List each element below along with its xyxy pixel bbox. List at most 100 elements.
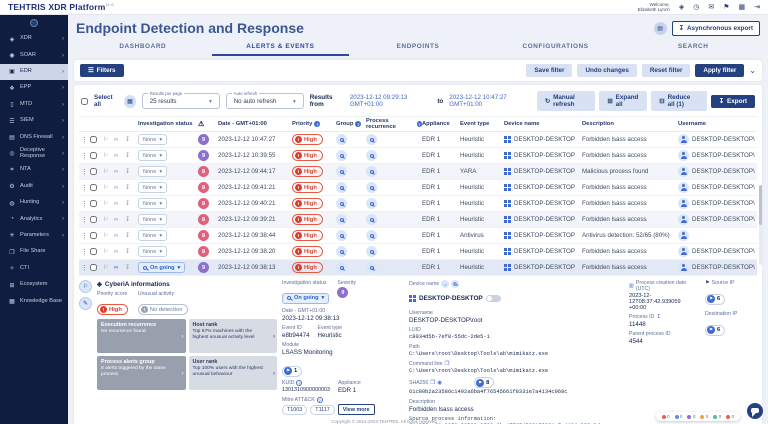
notify-icon-button[interactable]: ⚐ (79, 280, 92, 293)
kebab-menu-icon[interactable]: ⋮ (81, 248, 90, 256)
tag-icon[interactable]: ∞ (114, 233, 125, 239)
sidebar-item-analytics[interactable]: ◔Analytics› (0, 211, 68, 227)
table-row[interactable]: ⋮⚐∞↧None▾92023-12-12 10:39:55!HighEDR 1H… (79, 148, 757, 164)
kebab-menu-icon[interactable]: ⋮ (81, 264, 90, 272)
mitre-chip-t1117[interactable]: T1117 (310, 405, 334, 415)
sidebar-item-hunting[interactable]: ◍Hunting› (0, 195, 68, 211)
kebab-menu-icon[interactable]: ⋮ (81, 184, 90, 192)
group-search-button[interactable] (336, 262, 347, 273)
investigation-status-dropdown[interactable]: None▾ (138, 182, 167, 193)
kebab-menu-icon[interactable]: ⋮ (81, 136, 90, 144)
sidebar-item-ecosystem[interactable]: ⊞Ecosystem (0, 277, 68, 293)
group-search-button[interactable] (336, 166, 347, 177)
bookmark-icon[interactable]: ⚐ (103, 264, 114, 271)
col-process-recurrence[interactable]: Process recurrence? (366, 118, 422, 130)
sidebar-item-nta[interactable]: ⌗NTA› (0, 162, 68, 178)
group-search-button[interactable] (336, 246, 347, 257)
process-recurrence-search-button[interactable] (366, 246, 377, 257)
bookmark-icon[interactable]: ⚐ (103, 232, 114, 239)
col-investigation-status[interactable]: Investigation status (138, 121, 198, 127)
print-icon[interactable]: ↧ (125, 200, 138, 207)
async-export-button[interactable]: ↧Asynchronous export (672, 21, 760, 36)
tag-icon[interactable]: ∞ (114, 169, 125, 175)
undo-changes-button[interactable]: Undo changes (577, 64, 636, 77)
sidebar-item-parameters[interactable]: ✳Parameters› (0, 228, 68, 244)
process-recurrence-search-button[interactable] (366, 166, 377, 177)
filters-button[interactable]: ☰Filters (80, 64, 124, 77)
sidebar-item-soar[interactable]: ◉SOAR› (0, 47, 68, 63)
table-row[interactable]: ⋮⚐∞↧None▾82023-12-12 09:44:17!HighEDR 1Y… (79, 164, 757, 180)
bookmark-icon[interactable]: ⚐ (103, 200, 114, 207)
investigation-status-dropdown[interactable]: On going▾ (282, 293, 329, 304)
tag-counter-chip[interactable]: ⚑1 (282, 366, 302, 377)
investigation-status-dropdown[interactable]: None▾ (138, 198, 167, 209)
collapse-filters-icon[interactable]: ⌄ (749, 66, 756, 75)
tag-icon[interactable]: ∞ (114, 265, 125, 271)
device-search-button[interactable] (451, 280, 459, 288)
sha-tag-counter[interactable]: ⚑8 (474, 377, 494, 388)
info-icon[interactable]: ? (355, 121, 361, 127)
cyberia-cell-process-alerts-group[interactable]: Process alerts group8 alerts triggered b… (97, 356, 186, 390)
process-recurrence-search-button[interactable] (366, 150, 377, 161)
tab-search[interactable]: SEARCH (624, 40, 762, 56)
sidebar-item-dns-firewall[interactable]: ▤DNS Firewall› (0, 129, 68, 145)
process-recurrence-search-button[interactable] (366, 134, 377, 145)
table-row[interactable]: ⋮⚐∞↧None▾82023-12-12 09:39:21!HighEDR 1H… (79, 212, 757, 228)
row-checkbox[interactable] (90, 136, 97, 143)
group-search-button[interactable] (336, 198, 347, 209)
view-more-button[interactable]: View more (338, 404, 375, 415)
process-recurrence-search-button[interactable] (366, 262, 377, 273)
tag-icon[interactable]: ∞ (114, 185, 125, 191)
cyberia-cell-execution-recurrence[interactable]: Execution recurrenceNo recurrence found› (97, 319, 186, 353)
investigation-status-dropdown[interactable]: None▾ (138, 134, 167, 145)
device-icon-button[interactable]: ⌂ (441, 280, 449, 288)
to-date-input[interactable]: 2023-12-12 10:47:27 GMT+01:00 (449, 94, 531, 108)
isolation-toggle[interactable] (486, 295, 501, 302)
print-icon[interactable]: ↧ (125, 232, 138, 239)
col-group[interactable]: Group? (336, 121, 366, 127)
help-icon[interactable]: ? (296, 380, 302, 386)
print-icon[interactable]: ↧ (125, 136, 138, 143)
mail-icon[interactable]: ✉ (708, 3, 714, 11)
save-filter-button[interactable]: Save filter (526, 64, 572, 77)
sidebar-item-xdr[interactable]: ◈XDR› (0, 31, 68, 47)
select-all-checkbox[interactable] (81, 98, 88, 105)
tab-dashboard[interactable]: DASHBOARD (74, 40, 212, 56)
process-recurrence-search-button[interactable] (366, 182, 377, 193)
col-event-type[interactable]: Event type (460, 121, 504, 127)
sidebar-item-knowledge-base[interactable]: ▦Knowledge Base (0, 293, 68, 309)
table-settings-button[interactable]: ▤ (654, 22, 667, 35)
print-icon[interactable]: ↧ (125, 184, 138, 191)
group-search-button[interactable] (336, 214, 347, 225)
bookmark-icon[interactable]: ⚐ (103, 216, 114, 223)
tag-icon[interactable]: ∞ (114, 217, 125, 223)
destination-ip-counter[interactable]: ⚑6 (705, 325, 725, 336)
process-recurrence-search-button[interactable] (366, 230, 377, 241)
clock-icon[interactable]: ◷ (693, 3, 699, 11)
kebab-menu-icon[interactable]: ⋮ (81, 232, 90, 240)
table-row[interactable]: ⋮⚐∞↧None▾82023-12-12 09:40:21!HighEDR 1H… (79, 196, 757, 212)
cyberia-cell-user-rank[interactable]: User rankTop 100% users with the highest… (189, 356, 278, 390)
table-row[interactable]: ⋮⚐∞↧None▾82023-12-12 09:38:20!HighEDR 1H… (79, 244, 757, 260)
tab-endpoints[interactable]: ENDPOINTS (349, 40, 487, 56)
columns-config-button[interactable]: ▦ (124, 95, 136, 108)
sidebar-item-edr[interactable]: ▣EDR› (0, 64, 68, 80)
scrollbar-thumb[interactable] (759, 185, 762, 225)
investigation-status-dropdown[interactable]: On going▾ (138, 262, 185, 273)
chat-button[interactable] (747, 403, 763, 419)
reduce-all-button[interactable]: ⊟Reduce all (1) (651, 91, 706, 111)
row-checkbox[interactable] (90, 168, 97, 175)
row-checkbox[interactable] (90, 248, 97, 255)
investigation-status-dropdown[interactable]: None▾ (138, 230, 167, 241)
process-recurrence-search-button[interactable] (366, 198, 377, 209)
kebab-menu-icon[interactable]: ⋮ (81, 152, 90, 160)
tag-icon[interactable]: ∞ (114, 153, 125, 159)
reset-filter-button[interactable]: Reset filter (642, 64, 691, 77)
export-button[interactable]: ↧Export (711, 95, 755, 108)
expand-all-button[interactable]: ⊞Expand all (599, 91, 647, 111)
view-icon[interactable]: ◉ (437, 380, 442, 386)
group-search-button[interactable] (336, 182, 347, 193)
tab-alerts-events[interactable]: ALERTS & EVENTS (212, 40, 350, 56)
kebab-menu-icon[interactable]: ⋮ (81, 200, 90, 208)
sidebar-item-siem[interactable]: ☰SIEM› (0, 113, 68, 129)
